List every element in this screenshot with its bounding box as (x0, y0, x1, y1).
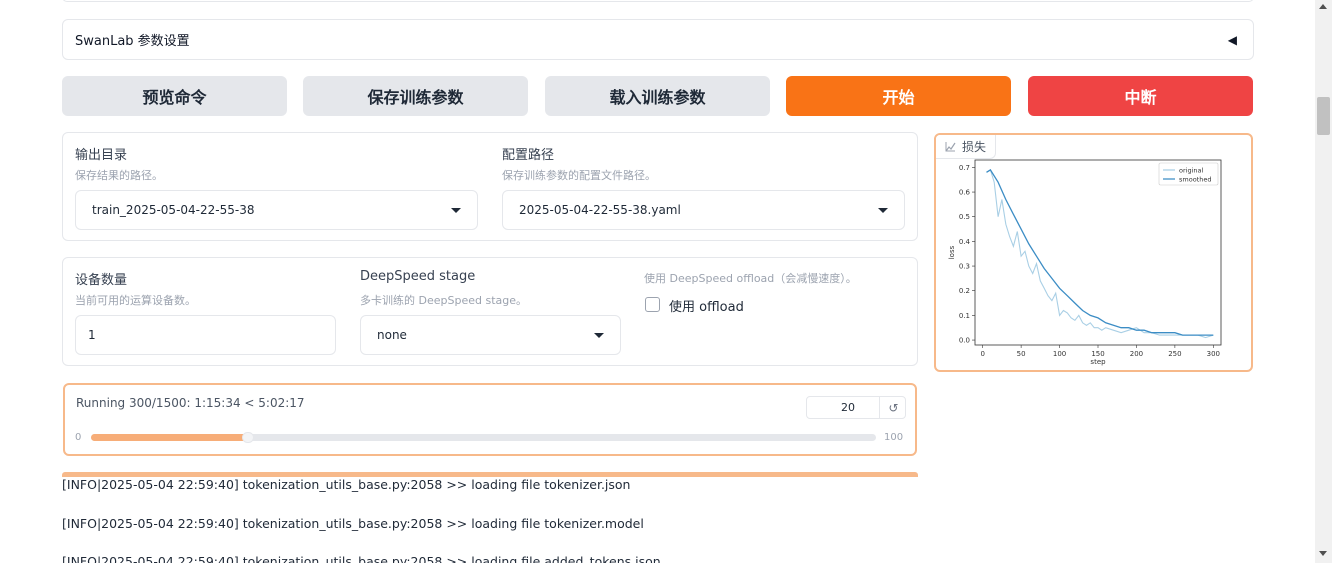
scrollbar-thumb[interactable] (1317, 97, 1330, 135)
scroll-up-icon[interactable] (1319, 4, 1327, 9)
llama-board-train-tab: SwanLab 参数设置 ◀ 预览命令 保存训练参数 载入训练参数 开始 中断 … (0, 0, 1332, 563)
output-dir-info: 保存结果的路径。 (75, 169, 163, 182)
progress-slider-fill (91, 434, 248, 441)
y-tick-label: 0.0 (959, 337, 970, 345)
x-tick-label: 200 (1130, 350, 1143, 358)
device-count-input[interactable]: 1 (75, 315, 336, 355)
config-path-value: 2025-05-04-22-55-38.yaml (519, 203, 681, 217)
config-path-info: 保存训练参数的配置文件路径。 (502, 169, 656, 182)
y-tick-label: 0.4 (959, 238, 971, 246)
y-tick-label: 0.2 (959, 287, 970, 295)
ds-stage-dropdown[interactable]: none (360, 315, 621, 355)
scroll-down-icon[interactable] (1319, 551, 1327, 556)
y-tick-label: 0.6 (959, 189, 971, 197)
log-line: [INFO|2025-05-04 22:59:40] tokenization_… (62, 554, 661, 563)
slider-max-label: 100 (884, 432, 904, 443)
swanlab-accordion[interactable]: SwanLab 参数设置 ◀ (62, 19, 1254, 60)
slider-min-label: 0 (75, 432, 82, 443)
device-count-info: 当前可用的运算设备数。 (75, 294, 196, 307)
y-tick-label: 0.3 (959, 263, 970, 271)
y-tick-label: 0.5 (959, 213, 970, 221)
chevron-down-icon (878, 207, 888, 213)
ds-stage-value: none (377, 328, 407, 342)
loss-plot-label: 损失 (936, 135, 997, 159)
load-args-button[interactable]: 载入训练参数 (545, 76, 770, 116)
swanlab-accordion-title: SwanLab 参数设置 (75, 34, 190, 49)
device-panel: 设备数量 当前可用的运算设备数。 1 DeepSpeed stage 多卡训练的… (62, 257, 918, 366)
device-count-label: 设备数量 (75, 273, 128, 288)
preview-command-button[interactable]: 预览命令 (62, 76, 287, 116)
ds-offload-info: 使用 DeepSpeed offload（会减慢速度）。 (644, 272, 857, 285)
page-scrollbar[interactable] (1315, 0, 1332, 563)
loss-chart: 0 50 100 150 200 250 300 0.0 0.1 0.2 0.3 0.4 0.5 0.6 0… (948, 159, 1222, 366)
config-path-label: 配置路径 (502, 148, 555, 163)
x-axis-label: step (1090, 358, 1106, 366)
legend-label-smoothed: smoothed (1179, 175, 1211, 183)
x-tick-label: 250 (1168, 350, 1181, 358)
legend-label-original: original (1179, 166, 1203, 174)
progress-panel: Running 300/1500: 1:15:34 < 5:02:17 20 ↺… (63, 383, 917, 456)
x-tick-label: 50 (1017, 350, 1026, 358)
log-line: [INFO|2025-05-04 22:59:40] tokenization_… (62, 516, 644, 531)
ds-offload-label[interactable]: 使用 offload (669, 296, 744, 315)
log-line: [INFO|2025-05-04 22:59:40] tokenization_… (62, 477, 631, 492)
collapse-arrow-icon[interactable]: ◀ (1228, 33, 1237, 47)
x-tick-label: 100 (1053, 350, 1066, 358)
progress-slider-thumb[interactable] (242, 432, 254, 443)
output-dir-dropdown[interactable]: train_2025-05-04-22-55-38 (75, 190, 478, 230)
output-panel: 输出目录 保存结果的路径。 train_2025-05-04-22-55-38 … (62, 132, 918, 241)
config-path-dropdown[interactable]: 2025-05-04-22-55-38.yaml (502, 190, 905, 230)
chevron-down-icon (594, 332, 604, 338)
loss-plot-title: 损失 (962, 140, 987, 154)
progress-number-value: 20 (841, 401, 855, 414)
y-tick-label: 0.7 (959, 164, 970, 172)
y-axis-label: loss (948, 245, 956, 259)
series-line-original (986, 169, 1214, 339)
abort-button[interactable]: 中断 (1028, 76, 1253, 116)
chart-icon (945, 142, 956, 152)
ds-stage-info: 多卡训练的 DeepSpeed stage。 (360, 294, 527, 307)
x-tick-label: 300 (1207, 350, 1220, 358)
ds-offload-checkbox[interactable] (645, 297, 660, 312)
device-count-value: 1 (88, 328, 96, 342)
reset-icon[interactable]: ↺ (879, 396, 907, 419)
output-dir-value: train_2025-05-04-22-55-38 (92, 203, 255, 217)
x-tick-label: 150 (1091, 350, 1104, 358)
x-tick-label: 0 (980, 350, 984, 358)
progress-status-text: Running 300/1500: 1:15:34 < 5:02:17 (76, 396, 305, 410)
previous-panel-edge (62, 0, 1254, 2)
progress-slider[interactable] (91, 432, 876, 443)
y-tick-label: 0.1 (959, 312, 970, 320)
save-args-button[interactable]: 保存训练参数 (303, 76, 528, 116)
ds-stage-label: DeepSpeed stage (360, 269, 476, 284)
start-button[interactable]: 开始 (786, 76, 1011, 116)
chevron-down-icon (451, 207, 461, 213)
loss-plot-panel: 0 50 100 150 200 250 300 0.0 0.1 0.2 0.3 0.4 0.5 0.6 0… (934, 133, 1253, 372)
output-dir-label: 输出目录 (75, 148, 128, 163)
